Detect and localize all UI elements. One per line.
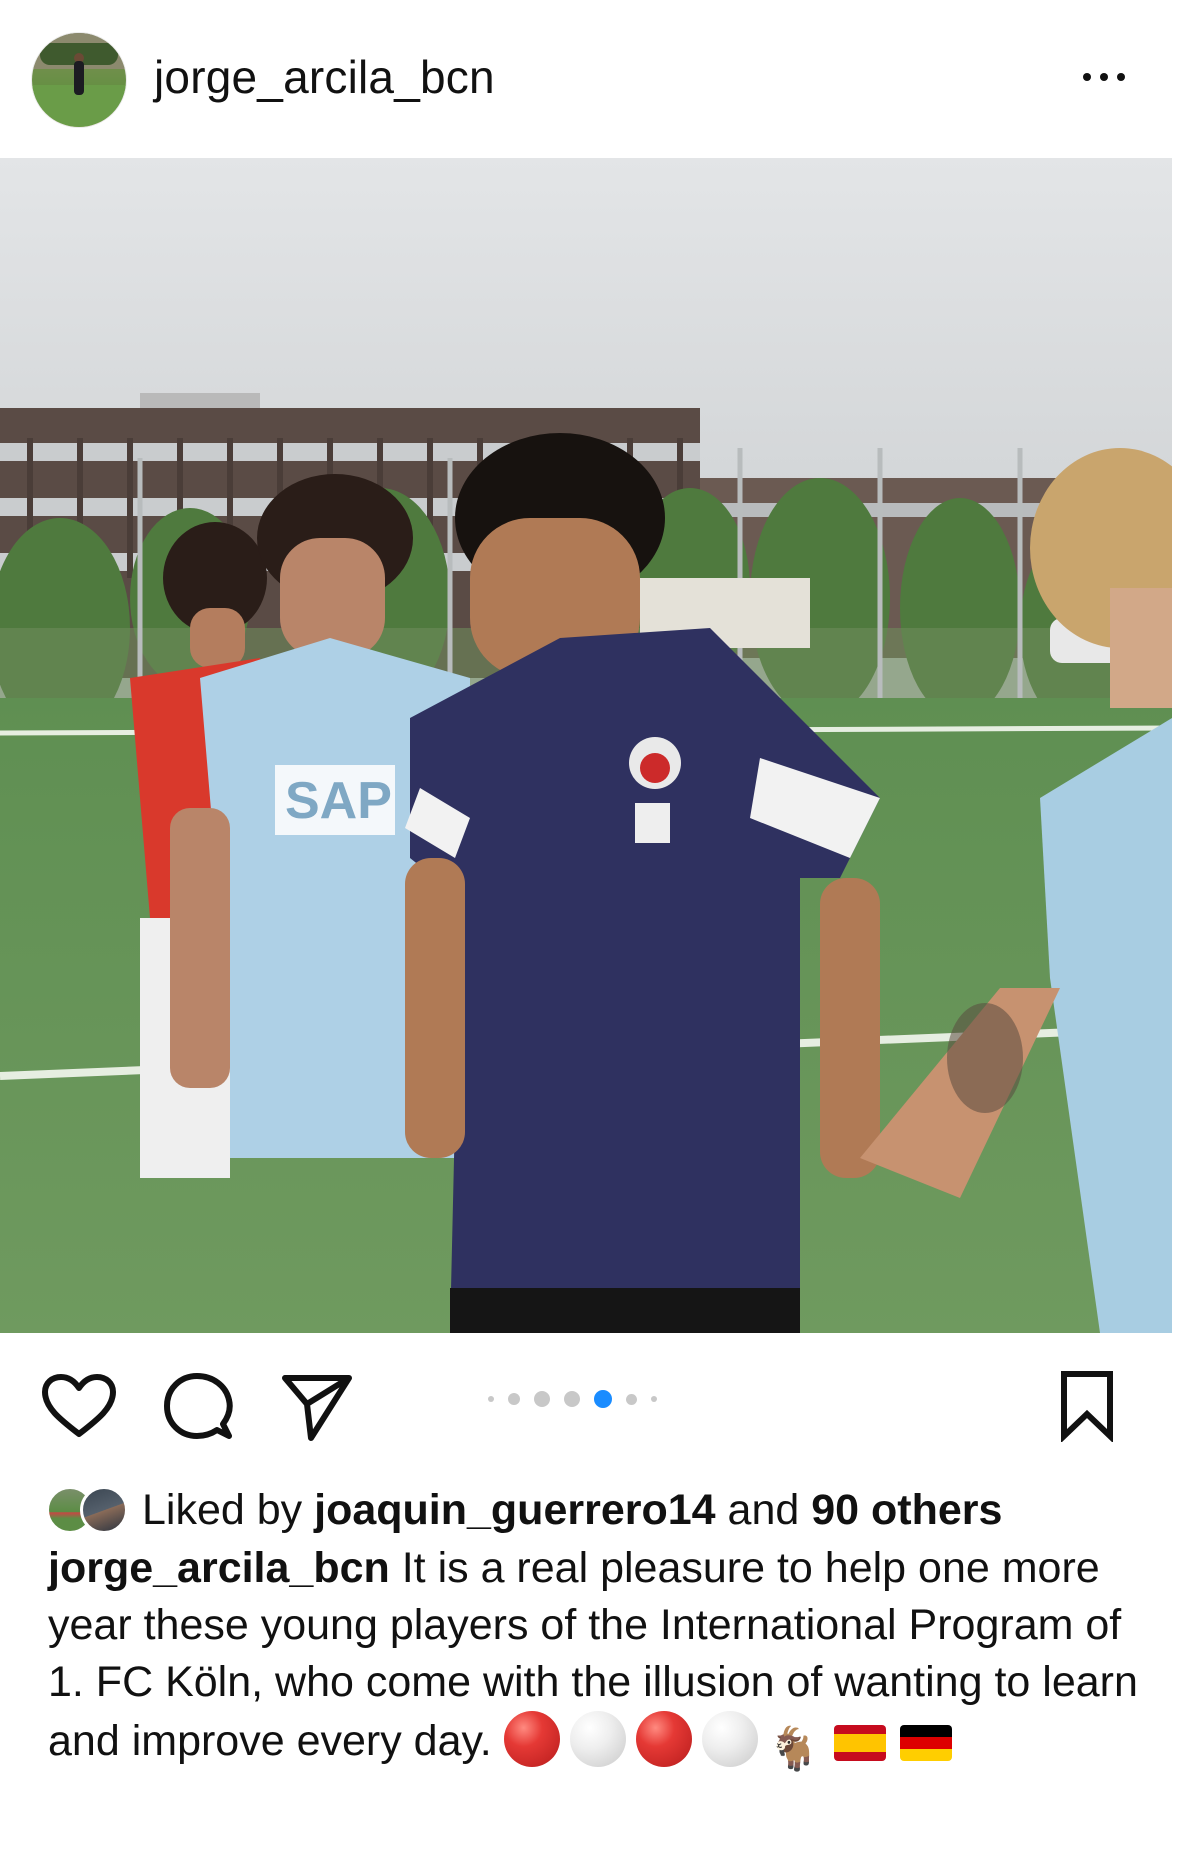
- liker-avatar: [80, 1486, 128, 1534]
- carousel-dot: [651, 1396, 657, 1402]
- likes-prefix: Liked by: [142, 1485, 303, 1534]
- likes-summary[interactable]: Liked by joaquin_guerrero14 and 90 other…: [46, 1480, 1002, 1540]
- carousel-dot: [534, 1391, 550, 1407]
- post-header: jorge_arcila_bcn: [0, 0, 1179, 158]
- send-paper-plane-icon[interactable]: [281, 1372, 353, 1442]
- likes-others-count[interactable]: 90 others: [811, 1486, 1002, 1534]
- author-avatar[interactable]: [32, 33, 126, 127]
- goat-emoji: 🐐: [767, 1725, 821, 1772]
- likes-text: Liked by joaquin_guerrero14 and 90 other…: [142, 1486, 1002, 1535]
- liker-username[interactable]: joaquin_guerrero14: [314, 1486, 715, 1534]
- white-circle-emoji: [701, 1711, 758, 1767]
- bookmark-outline-icon[interactable]: [1058, 1370, 1116, 1442]
- carousel-indicator: [488, 1387, 657, 1411]
- carousel-dot-active: [594, 1390, 612, 1408]
- spain-flag-emoji: [834, 1725, 887, 1761]
- carousel-dot: [626, 1393, 637, 1405]
- author-username[interactable]: jorge_arcila_bcn: [154, 50, 495, 104]
- likes-joiner: and: [727, 1485, 800, 1534]
- carousel-dot: [508, 1393, 520, 1405]
- comment-bubble-icon[interactable]: [163, 1372, 233, 1442]
- caption-author[interactable]: jorge_arcila_bcn: [48, 1544, 390, 1592]
- germany-flag-emoji: [900, 1725, 953, 1761]
- photo-scene: SAP: [0, 158, 1172, 1333]
- post-photo[interactable]: SAP: [0, 158, 1172, 1333]
- post-caption: jorge_arcila_bcn It is a real pleasure t…: [48, 1540, 1138, 1777]
- sap-logo: SAP: [285, 772, 392, 830]
- carousel-dot: [564, 1391, 580, 1407]
- white-circle-emoji: [569, 1711, 626, 1767]
- red-circle-emoji: [503, 1711, 560, 1767]
- more-options-icon[interactable]: [1078, 62, 1130, 92]
- carousel-dot: [488, 1396, 494, 1402]
- heart-outline-icon[interactable]: [41, 1374, 117, 1440]
- red-circle-emoji: [635, 1711, 692, 1767]
